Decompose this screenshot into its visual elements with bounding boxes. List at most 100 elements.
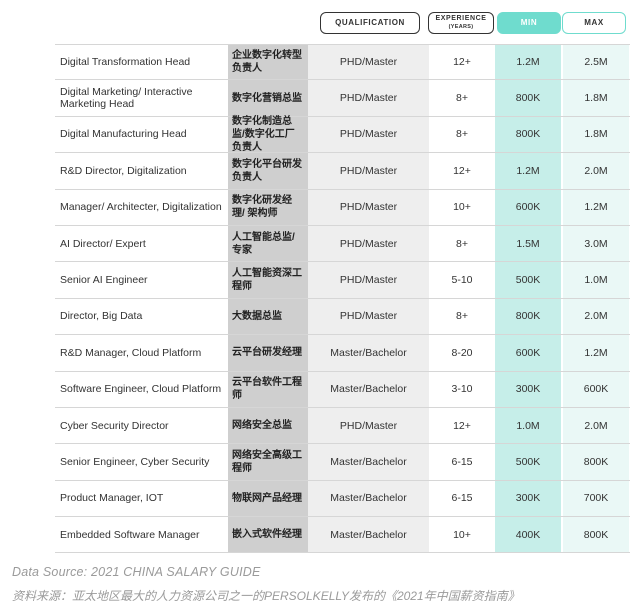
- table-row: Senior AI Engineer 人工智能资深工程师 PHD/Master 5-1…: [55, 262, 630, 299]
- job-title-en: Senior AI Engineer: [60, 274, 148, 287]
- max-salary-cell: 3.0M: [563, 225, 629, 262]
- experience-cell: 8+: [429, 298, 495, 335]
- qualification-cell: Master/Bachelor: [308, 371, 429, 407]
- min-salary-cell: 300K: [495, 480, 561, 517]
- qualification-cell: Master/Bachelor: [308, 480, 429, 517]
- experience-cell: 6-15: [429, 480, 495, 517]
- max-salary-cell: 1.2M: [563, 189, 629, 225]
- table-row: Product Manager, IOT 物联网产品经理 Master/Bachel…: [55, 480, 630, 518]
- header-qualification: QUALIFICATION: [320, 12, 420, 34]
- max-salary-cell: 1.8M: [563, 80, 629, 116]
- table-row: Digital Marketing/ Interactive Marketing…: [55, 80, 630, 117]
- min-salary-cell: 800K: [495, 116, 561, 153]
- job-title-en: Director, Big Data: [60, 310, 143, 323]
- qualification-cell: PHD/Master: [308, 116, 429, 153]
- max-salary-cell: 1.2M: [563, 335, 629, 371]
- table-row: R&D Director, Digitalization 数字化平台研发负责人 PH…: [55, 153, 630, 190]
- qualification-cell: PHD/Master: [308, 298, 429, 335]
- max-salary-cell: 2.0M: [563, 407, 629, 444]
- max-salary-cell: 800K: [563, 444, 629, 480]
- job-title-cn: 企业数字化转型负责人: [228, 45, 308, 80]
- table-header: QUALIFICATION EXPERIENCE (YEARS) MIN MAX: [0, 12, 630, 38]
- table-row: Digital Manufacturing Head 数字化制造总监/数字化工厂负…: [55, 116, 630, 154]
- min-salary-cell: 300K: [495, 371, 561, 407]
- table-row: Embedded Software Manager 嵌入式软件经理 Master/B…: [55, 517, 630, 554]
- header-experience: EXPERIENCE (YEARS): [428, 12, 494, 34]
- table-row: Digital Transformation Head 企业数字化转型负责人 PHD…: [55, 44, 630, 81]
- experience-cell: 5-10: [429, 262, 495, 298]
- min-salary-cell: 500K: [495, 262, 561, 298]
- job-title-en: Cyber Security Director: [60, 419, 169, 432]
- job-title-cn: 网络安全总监: [228, 407, 308, 444]
- max-salary-cell: 2.0M: [563, 298, 629, 335]
- header-experience-label: EXPERIENCE: [435, 15, 487, 22]
- table-row: Cyber Security Director 网络安全总监 PHD/Master 1…: [55, 407, 630, 445]
- job-title-cn: 云平台软件工程师: [228, 371, 308, 407]
- experience-cell: 3-10: [429, 371, 495, 407]
- table-row: Senior Engineer, Cyber Security 网络安全高级工程师…: [55, 444, 630, 481]
- job-title-en: Software Engineer, Cloud Platform: [60, 383, 222, 396]
- min-salary-cell: 1.2M: [495, 153, 561, 189]
- min-salary-cell: 500K: [495, 444, 561, 480]
- table-row: R&D Manager, Cloud Platform 云平台研发经理 Master…: [55, 335, 630, 372]
- qualification-cell: Master/Bachelor: [308, 335, 429, 371]
- job-title-en: Digital Transformation Head: [60, 56, 191, 69]
- salary-table: Digital Transformation Head 企业数字化转型负责人 PHD…: [55, 44, 630, 554]
- job-title-cn: 数字化制造总监/数字化工厂负责人: [228, 116, 308, 153]
- qualification-cell: PHD/Master: [308, 189, 429, 225]
- max-salary-cell: 1.0M: [563, 262, 629, 298]
- min-salary-cell: 1.0M: [495, 407, 561, 444]
- max-salary-cell: 600K: [563, 371, 629, 407]
- job-title-cn: 数字化研发经理/ 架构师: [228, 189, 308, 225]
- qualification-cell: PHD/Master: [308, 153, 429, 189]
- min-salary-cell: 1.5M: [495, 225, 561, 262]
- qualification-cell: PHD/Master: [308, 80, 429, 116]
- job-title-cn: 大数据总监: [228, 298, 308, 335]
- experience-cell: 8+: [429, 225, 495, 262]
- min-salary-cell: 800K: [495, 298, 561, 335]
- job-title-en: Manager/ Architecter, Digitalization: [60, 201, 222, 214]
- qualification-cell: Master/Bachelor: [308, 517, 429, 553]
- job-title-en: Digital Marketing/ Interactive Marketing…: [60, 86, 193, 111]
- job-title-en: Digital Manufacturing Head: [60, 128, 187, 141]
- qualification-cell: PHD/Master: [308, 225, 429, 262]
- job-title-cn: 人工智能资深工程师: [228, 262, 308, 298]
- qualification-cell: Master/Bachelor: [308, 444, 429, 480]
- experience-cell: 12+: [429, 153, 495, 189]
- experience-cell: 10+: [429, 189, 495, 225]
- job-title-en: Product Manager, IOT: [60, 492, 164, 505]
- min-salary-cell: 800K: [495, 80, 561, 116]
- job-title-cn: 物联网产品经理: [228, 480, 308, 517]
- experience-cell: 6-15: [429, 444, 495, 480]
- table-row: Software Engineer, Cloud Platform 云平台软件工程…: [55, 371, 630, 408]
- job-title-en: R&D Manager, Cloud Platform: [60, 346, 202, 359]
- table-row: AI Director/ Expert 人工智能总监/专家 PHD/Master 8+…: [55, 225, 630, 263]
- experience-cell: 8+: [429, 80, 495, 116]
- job-title-cn: 人工智能总监/专家: [228, 225, 308, 262]
- job-title-en: Senior Engineer, Cyber Security: [60, 455, 210, 468]
- max-salary-cell: 800K: [563, 517, 629, 553]
- header-min: MIN: [497, 12, 561, 34]
- job-title-cn: 网络安全高级工程师: [228, 444, 308, 480]
- job-title-cn: 云平台研发经理: [228, 335, 308, 371]
- experience-cell: 10+: [429, 517, 495, 553]
- job-title-cn: 嵌入式软件经理: [228, 517, 308, 553]
- experience-cell: 12+: [429, 407, 495, 444]
- experience-cell: 8-20: [429, 335, 495, 371]
- job-title-cn: 数字化平台研发负责人: [228, 153, 308, 189]
- table-row: Manager/ Architecter, Digitalization 数字化研…: [55, 189, 630, 226]
- qualification-cell: PHD/Master: [308, 262, 429, 298]
- experience-cell: 8+: [429, 116, 495, 153]
- header-experience-unit: (YEARS): [448, 24, 474, 30]
- max-salary-cell: 1.8M: [563, 116, 629, 153]
- job-title-en: AI Director/ Expert: [60, 237, 146, 250]
- job-title-cn: 数字化营销总监: [228, 80, 308, 116]
- qualification-cell: PHD/Master: [308, 407, 429, 444]
- min-salary-cell: 1.2M: [495, 45, 561, 80]
- table-row: Director, Big Data 大数据总监 PHD/Master 8+ 800K 2…: [55, 298, 630, 336]
- min-salary-cell: 600K: [495, 335, 561, 371]
- header-max: MAX: [562, 12, 626, 34]
- job-title-en: Embedded Software Manager: [60, 528, 200, 541]
- max-salary-cell: 2.5M: [563, 45, 629, 80]
- data-source-en: Data Source: 2021 CHINA SALARY GUIDE: [12, 565, 261, 579]
